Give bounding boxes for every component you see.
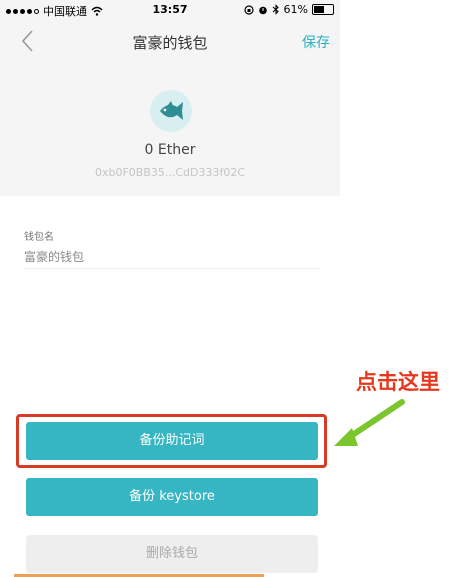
pointing-arrow-icon — [334, 399, 405, 446]
rotation-lock-icon — [243, 4, 254, 15]
wallet-address: 0xb0F0BB35...CdD333f02C — [94, 166, 246, 179]
wallet-name-label: 钱包名 — [24, 232, 54, 243]
bluetooth-icon — [272, 4, 279, 15]
status-right: 61% — [243, 3, 334, 16]
wallet-avatar — [150, 90, 192, 132]
backup-keystore-button[interactable]: 备份 keystore — [26, 478, 318, 516]
backup-mnemonic-button[interactable]: 备份助记词 — [26, 422, 318, 460]
wallet-name-input[interactable]: 富豪的钱包 — [24, 248, 84, 265]
fish-icon — [160, 101, 183, 120]
wallet-detail-screen: 中国联通 13:57 61% 富豪的钱包 保存 0 Ether 0xb0F0BB… — [0, 0, 459, 577]
wallet-header: 富豪的钱包 保存 0 Ether 0xb0F0BB35...CdD333f02C — [0, 20, 340, 196]
field-divider — [24, 268, 320, 269]
battery-fill — [314, 6, 324, 13]
save-button[interactable]: 保存 — [302, 32, 330, 52]
alarm-icon — [258, 6, 267, 14]
status-bar: 中国联通 13:57 61% — [0, 0, 340, 20]
battery-percent: 61% — [283, 3, 308, 16]
page-title: 富豪的钱包 — [132, 34, 208, 52]
delete-wallet-button[interactable]: 删除钱包 — [26, 535, 318, 573]
wallet-balance: 0 Ether — [144, 142, 196, 158]
battery-icon — [312, 4, 334, 15]
